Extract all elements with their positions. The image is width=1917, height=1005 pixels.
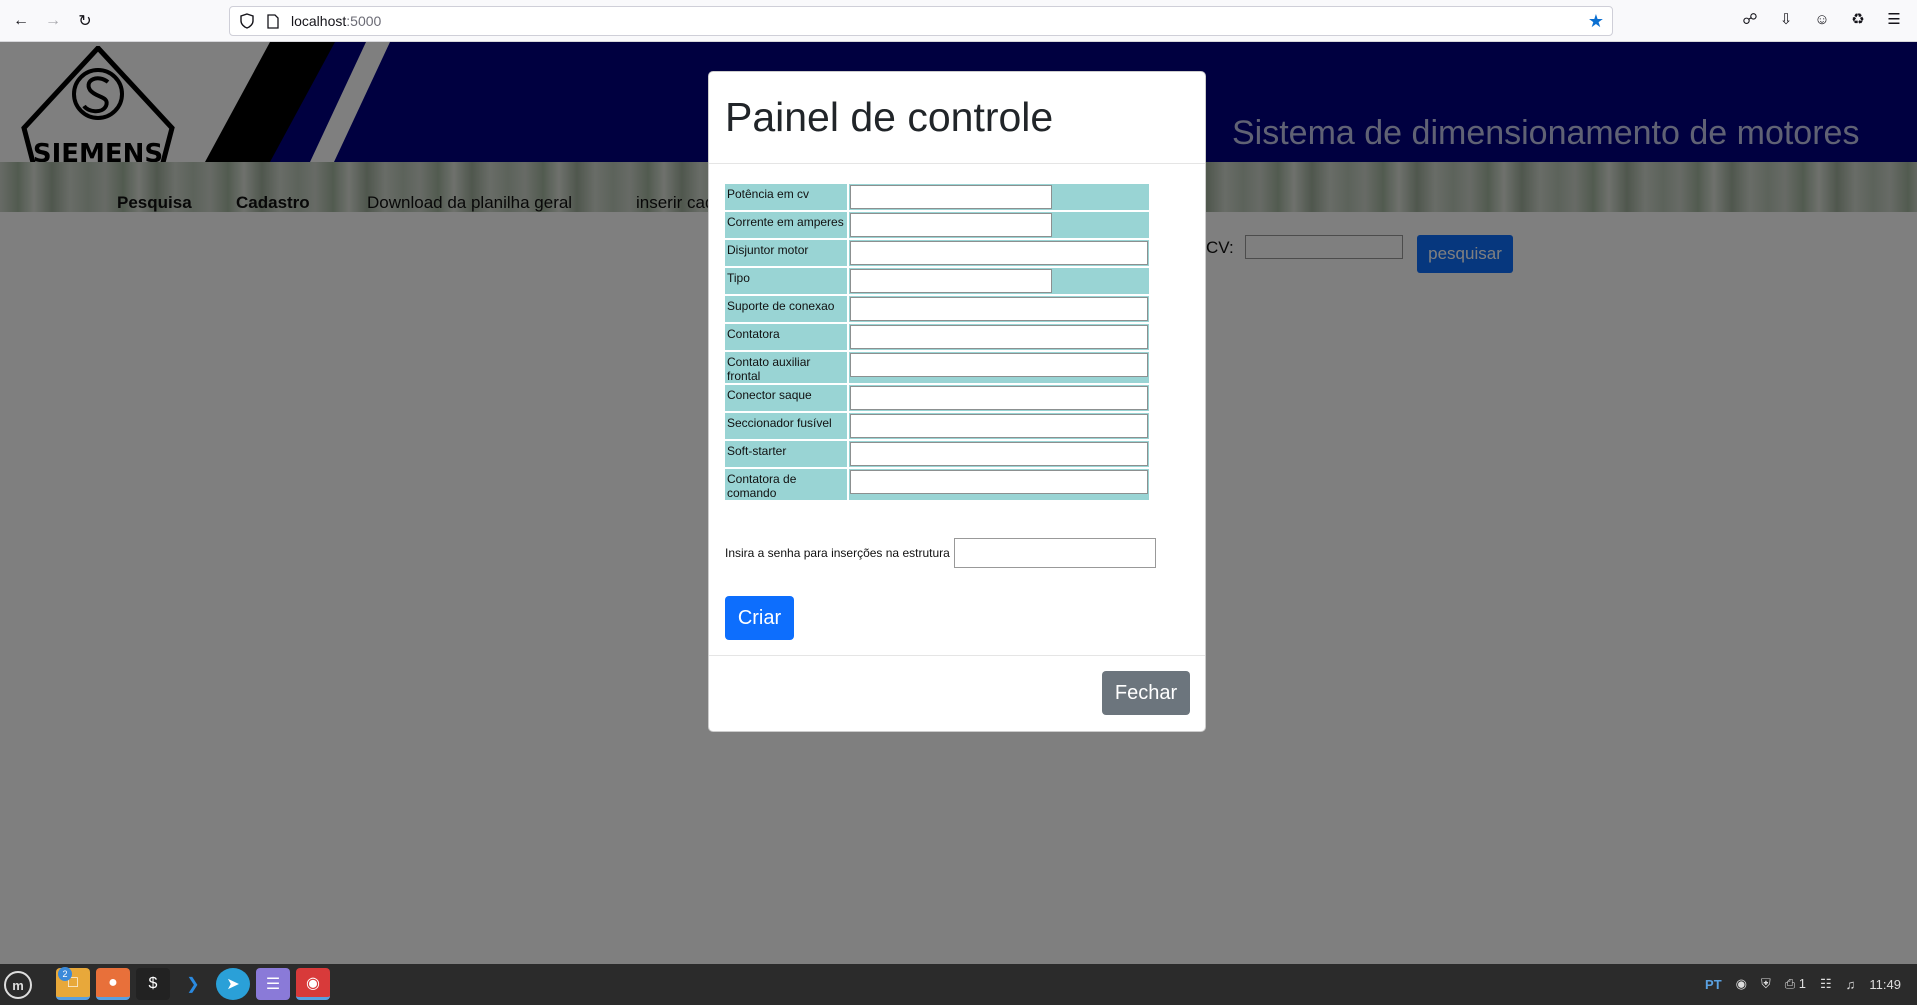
firefox-app-icon[interactable]: ● bbox=[96, 968, 130, 1000]
terminal-app-icon[interactable]: $ bbox=[136, 968, 170, 1000]
notes-app-icon[interactable]: ☰ bbox=[256, 968, 290, 1000]
shield-icon[interactable] bbox=[239, 13, 255, 29]
criar-button[interactable]: Criar bbox=[725, 596, 794, 640]
password-input[interactable] bbox=[953, 538, 1156, 568]
form-row: Soft-starter bbox=[725, 441, 1149, 467]
network-icon[interactable]: ☷ bbox=[1820, 976, 1832, 992]
page-info-icon[interactable] bbox=[267, 13, 279, 29]
account-icon[interactable]: ☺ bbox=[1813, 10, 1831, 28]
field-label: Soft-starter bbox=[725, 441, 849, 467]
vscode-app-icon[interactable]: ❯ bbox=[176, 968, 210, 1000]
extensions-icon[interactable]: ♻ bbox=[1849, 10, 1867, 28]
contatora-input[interactable] bbox=[850, 325, 1148, 349]
clock[interactable]: 11:49 bbox=[1869, 977, 1901, 992]
toolbar-icons: ☍ ⇩ ☺ ♻ ☰ bbox=[1741, 10, 1903, 29]
pocket-icon[interactable]: ☍ bbox=[1741, 10, 1759, 28]
update-icon[interactable]: ◉ bbox=[1736, 976, 1747, 992]
reload-icon[interactable]: ↻ bbox=[74, 10, 96, 32]
seccionador-fusivel-input[interactable] bbox=[850, 414, 1148, 438]
url-text: localhost:5000 bbox=[291, 13, 381, 29]
conector-saque-input[interactable] bbox=[850, 386, 1148, 410]
forward-icon[interactable]: → bbox=[42, 10, 64, 32]
shield-tray-icon[interactable]: ⛨ bbox=[1761, 976, 1771, 992]
form-row: Disjuntor motor bbox=[725, 240, 1149, 266]
field-label: Contatora de comando bbox=[725, 469, 849, 500]
field-label: Disjuntor motor bbox=[725, 240, 849, 266]
gitkraken-app-icon[interactable]: ◉ bbox=[296, 968, 330, 1000]
disjuntor-motor-input[interactable] bbox=[850, 241, 1148, 265]
url-bar[interactable]: localhost:5000 ★ bbox=[229, 6, 1613, 36]
soft-starter-input[interactable] bbox=[850, 442, 1148, 466]
field-label: Potência em cv bbox=[725, 184, 849, 210]
form-row: Contatora de comando bbox=[725, 469, 1149, 500]
contato-auxiliar-input[interactable] bbox=[850, 353, 1148, 377]
password-row: Insira a senha para inserções na estrutu… bbox=[725, 538, 1156, 568]
menu-icon[interactable]: ☰ bbox=[1885, 10, 1903, 28]
tipo-input[interactable] bbox=[850, 269, 1052, 293]
control-panel-modal: Painel de controle Potência em cv Corren… bbox=[708, 71, 1206, 732]
os-taskbar: m □ 2 ● $ ❯ ➤ ☰ ◉ PT ◉ ⛨ ⎙ 1 ☷ ♫ 11:49 bbox=[0, 964, 1917, 1005]
form-row: Seccionador fusível bbox=[725, 413, 1149, 439]
form-row: Potência em cv bbox=[725, 184, 1149, 210]
field-label: Corrente em amperes bbox=[725, 212, 849, 238]
form-row: Corrente em amperes bbox=[725, 212, 1149, 238]
download-icon[interactable]: ⇩ bbox=[1777, 10, 1795, 28]
printer-icon[interactable]: ⎙ 1 bbox=[1785, 976, 1806, 992]
suporte-conexao-input[interactable] bbox=[850, 297, 1148, 321]
form-row: Contatora bbox=[725, 324, 1149, 350]
field-label: Contatora bbox=[725, 324, 849, 350]
mint-menu-icon[interactable]: m bbox=[4, 971, 32, 999]
modal-footer: Fechar bbox=[709, 655, 1205, 731]
bookmark-star-icon[interactable]: ★ bbox=[1588, 12, 1604, 30]
telegram-app-icon[interactable]: ➤ bbox=[216, 968, 250, 1000]
form-row: Conector saque bbox=[725, 385, 1149, 411]
fechar-button[interactable]: Fechar bbox=[1102, 671, 1190, 715]
keyboard-language[interactable]: PT bbox=[1705, 977, 1722, 992]
url-host: localhost bbox=[291, 13, 347, 29]
system-tray: PT ◉ ⛨ ⎙ 1 ☷ ♫ 11:49 bbox=[1705, 976, 1901, 992]
form-row: Suporte de conexao bbox=[725, 296, 1149, 322]
sound-icon[interactable]: ♫ bbox=[1846, 977, 1856, 992]
contatora-comando-input[interactable] bbox=[850, 470, 1148, 494]
potencia-cv-input[interactable] bbox=[850, 185, 1052, 209]
back-icon[interactable]: ← bbox=[10, 10, 32, 32]
field-label: Seccionador fusível bbox=[725, 413, 849, 439]
printer-count: 1 bbox=[1798, 976, 1807, 991]
files-badge: 2 bbox=[58, 967, 72, 981]
browser-toolbar: ← → ↻ localhost:5000 ★ ☍ ⇩ ☺ ♻ ☰ bbox=[0, 0, 1917, 42]
password-label: Insira a senha para inserções na estrutu… bbox=[725, 546, 950, 560]
corrente-amperes-input[interactable] bbox=[850, 213, 1052, 237]
field-label: Conector saque bbox=[725, 385, 849, 411]
form-row: Tipo bbox=[725, 268, 1149, 294]
modal-header: Painel de controle bbox=[709, 72, 1205, 164]
field-label: Tipo bbox=[725, 268, 849, 294]
field-label: Suporte de conexao bbox=[725, 296, 849, 322]
motor-form-table: Potência em cv Corrente em amperes Disju… bbox=[725, 182, 1149, 502]
modal-title: Painel de controle bbox=[725, 94, 1054, 140]
form-row: Contato auxiliar frontal bbox=[725, 352, 1149, 383]
url-port: :5000 bbox=[346, 13, 382, 29]
field-label: Contato auxiliar frontal bbox=[725, 352, 849, 383]
